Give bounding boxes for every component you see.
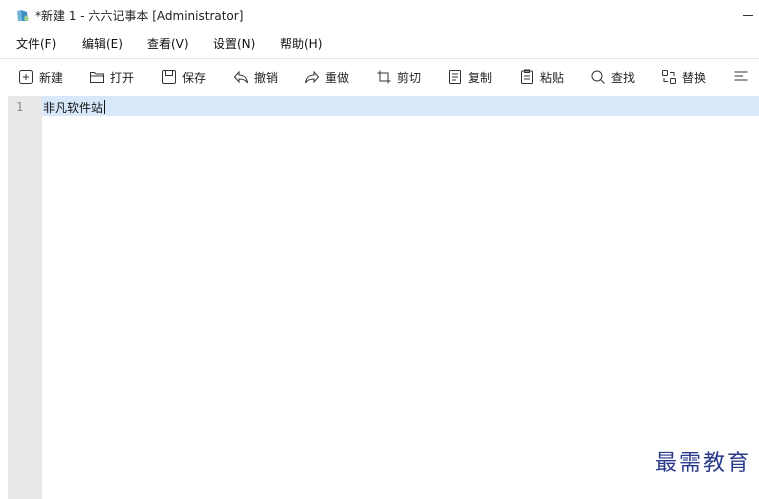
toolbar: 新建 打开 保存 撤销 重做 剪切 复制 粘贴 查找 替换: [0, 58, 759, 93]
menu-help[interactable]: 帮助(H): [280, 35, 322, 52]
line-number-gutter: 1: [8, 96, 42, 499]
new-file-icon: [19, 70, 33, 84]
undo-icon: [233, 70, 248, 84]
save-icon: [162, 70, 176, 84]
redo-button[interactable]: 重做: [304, 67, 349, 87]
redo-icon: [305, 70, 320, 84]
redo-label: 重做: [325, 70, 350, 85]
paste-button[interactable]: 粘贴: [519, 67, 564, 87]
editor-line[interactable]: 非凡软件站: [43, 99, 106, 116]
menu-bar: 文件(F) 编辑(E) 查看(V) 设置(N) 帮助(H): [0, 30, 759, 54]
replace-button[interactable]: 替换: [661, 67, 706, 87]
paste-icon: [521, 69, 533, 84]
more-toolbar-button[interactable]: [733, 67, 754, 87]
cut-label: 剪切: [397, 70, 422, 85]
save-label: 保存: [182, 70, 207, 85]
find-button[interactable]: 查找: [590, 67, 635, 87]
menu-edit[interactable]: 编辑(E): [82, 35, 123, 52]
notepad-window: *新建 1 - 六六记事本 [Administrator] 文件(F) 编辑(E…: [0, 0, 759, 499]
watermark: 最需教育: [654, 451, 751, 476]
replace-icon: [662, 70, 676, 84]
line-content: 非凡软件站: [43, 101, 104, 115]
folder-open-icon: [90, 72, 104, 83]
window-title: *新建 1 - 六六记事本 [Administrator]: [35, 9, 244, 23]
current-line-highlight: [42, 96, 759, 116]
text-caret: [104, 100, 106, 114]
copy-button[interactable]: 复制: [447, 67, 492, 87]
menu-view[interactable]: 查看(V): [147, 35, 189, 52]
open-button[interactable]: 打开: [89, 67, 134, 87]
minimize-icon: [743, 14, 753, 16]
find-label: 查找: [611, 70, 636, 85]
undo-label: 撤销: [254, 70, 279, 85]
copy-label: 复制: [468, 70, 493, 85]
title-bar: *新建 1 - 六六记事本 [Administrator]: [0, 0, 759, 30]
line-number: 1: [16, 100, 24, 114]
new-label: 新建: [39, 70, 64, 85]
menu-file[interactable]: 文件(F): [16, 35, 56, 52]
search-icon: [591, 70, 605, 84]
menu-settings[interactable]: 设置(N): [213, 35, 255, 52]
open-label: 打开: [110, 70, 135, 85]
notepad-app-icon: [17, 10, 29, 21]
copy-icon: [449, 70, 461, 84]
cut-icon: [377, 70, 391, 84]
editor-area[interactable]: 1 非凡软件站 最需教育: [0, 96, 759, 499]
undo-button[interactable]: 撤销: [233, 67, 278, 87]
cut-button[interactable]: 剪切: [376, 67, 421, 87]
paste-label: 粘贴: [540, 70, 565, 85]
save-button[interactable]: 保存: [161, 67, 206, 87]
format-lines-icon: [734, 71, 748, 81]
replace-label: 替换: [682, 70, 707, 85]
minimize-button[interactable]: [737, 0, 759, 30]
new-button[interactable]: 新建: [18, 67, 63, 87]
